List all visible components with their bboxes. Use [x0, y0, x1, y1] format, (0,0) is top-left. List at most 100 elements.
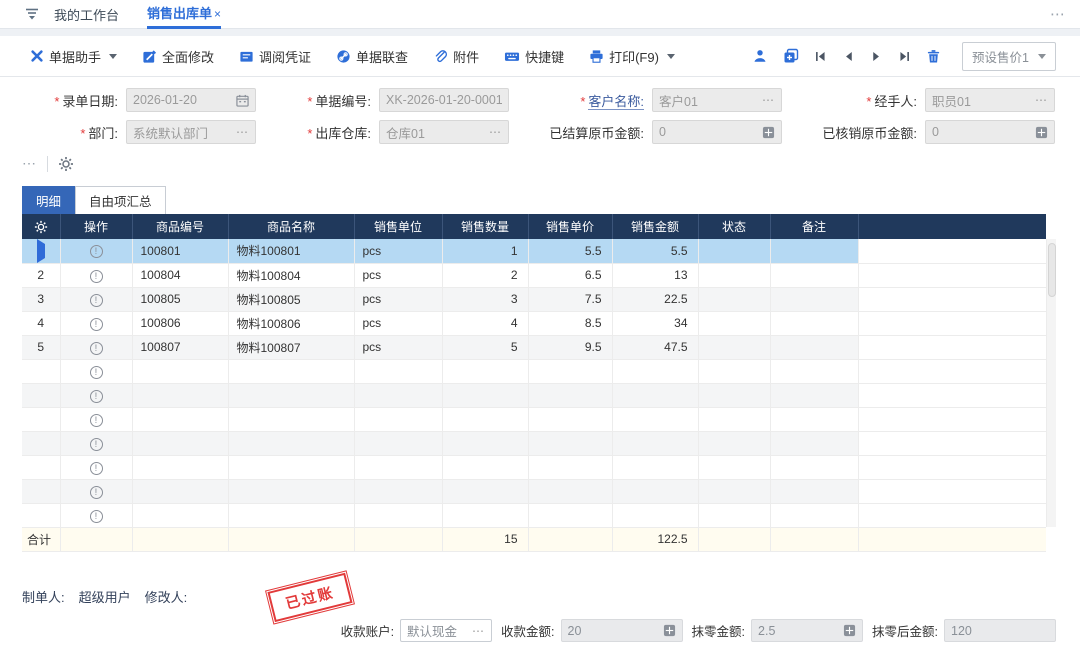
- tab-detail[interactable]: 明细: [22, 186, 75, 214]
- row-info-icon[interactable]: !: [90, 270, 103, 283]
- cell-sales-qty[interactable]: 4: [442, 311, 528, 335]
- cell-product-name[interactable]: 物料100805: [228, 287, 354, 311]
- cell-sales-unit[interactable]: pcs: [354, 287, 442, 311]
- row-info-icon[interactable]: !: [90, 245, 103, 258]
- cell-op[interactable]: !: [60, 335, 132, 359]
- cell-product-name[interactable]: 物料100801: [228, 239, 354, 263]
- row-info-icon[interactable]: !: [90, 510, 103, 523]
- field-input[interactable]: 仓库01⋯: [379, 120, 509, 144]
- nav-prev-button[interactable]: [842, 50, 855, 63]
- cell-status[interactable]: [698, 503, 770, 527]
- field-input[interactable]: XK-2026-01-20-0001: [379, 88, 509, 112]
- field-input[interactable]: 0: [925, 120, 1055, 144]
- cell-product-code[interactable]: [132, 503, 228, 527]
- col-header-op[interactable]: 操作: [60, 214, 132, 239]
- col-header-product-code[interactable]: 商品编号: [132, 214, 228, 239]
- row-info-icon[interactable]: !: [90, 390, 103, 403]
- field-input[interactable]: 20: [561, 619, 683, 642]
- cell-op[interactable]: !: [60, 239, 132, 263]
- cell-sales-amount[interactable]: [612, 383, 698, 407]
- cell-sales-qty[interactable]: [442, 503, 528, 527]
- cell-product-name[interactable]: [228, 455, 354, 479]
- cell-sales-unit[interactable]: [354, 479, 442, 503]
- cell-product-code[interactable]: 100807: [132, 335, 228, 359]
- vertical-scrollbar[interactable]: [1046, 239, 1056, 527]
- col-header-status[interactable]: 状态: [698, 214, 770, 239]
- cell-status[interactable]: [698, 455, 770, 479]
- cell-product-name[interactable]: [228, 407, 354, 431]
- cell-product-code[interactable]: [132, 455, 228, 479]
- cell-sales-amount[interactable]: 47.5: [612, 335, 698, 359]
- cell-note[interactable]: [770, 479, 858, 503]
- ellipsis-icon[interactable]: ⋯: [762, 95, 775, 105]
- cell-sales-price[interactable]: [528, 359, 612, 383]
- cell-product-name[interactable]: [228, 503, 354, 527]
- grid-empty-row[interactable]: !: [22, 359, 1046, 383]
- cell-sales-unit[interactable]: pcs: [354, 263, 442, 287]
- cell-product-name[interactable]: 物料100807: [228, 335, 354, 359]
- col-header-sales-price[interactable]: 销售单价: [528, 214, 612, 239]
- user-button[interactable]: [752, 48, 768, 64]
- row-info-icon[interactable]: !: [90, 294, 103, 307]
- cell-sales-unit[interactable]: [354, 455, 442, 479]
- cell-sales-amount[interactable]: [612, 455, 698, 479]
- attachment-button[interactable]: 附件: [433, 47, 479, 66]
- nav-first-button[interactable]: [814, 50, 827, 63]
- cell-sales-amount[interactable]: [612, 503, 698, 527]
- cell-note[interactable]: [770, 335, 858, 359]
- cell-status[interactable]: [698, 287, 770, 311]
- cell-sales-price[interactable]: 8.5: [528, 311, 612, 335]
- print-button[interactable]: 打印(F9): [589, 47, 675, 66]
- nav-last-button[interactable]: [898, 50, 911, 63]
- cell-op[interactable]: !: [60, 407, 132, 431]
- cell-product-code[interactable]: [132, 359, 228, 383]
- row-info-icon[interactable]: !: [90, 438, 103, 451]
- cell-product-code[interactable]: [132, 431, 228, 455]
- cell-sales-unit[interactable]: [354, 503, 442, 527]
- more-icon[interactable]: ⋯: [1050, 5, 1066, 23]
- cell-op[interactable]: !: [60, 479, 132, 503]
- hotkey-button[interactable]: 快捷键: [504, 47, 564, 66]
- tab-sales-outbound[interactable]: 销售出库单×: [147, 0, 221, 29]
- cell-product-name[interactable]: [228, 431, 354, 455]
- cell-op[interactable]: !: [60, 287, 132, 311]
- cell-sales-amount[interactable]: 34: [612, 311, 698, 335]
- cell-sales-price[interactable]: [528, 383, 612, 407]
- cell-sales-amount[interactable]: [612, 479, 698, 503]
- cell-sales-unit[interactable]: pcs: [354, 239, 442, 263]
- form-settings-button[interactable]: [58, 156, 74, 172]
- col-header-note[interactable]: 备注: [770, 214, 858, 239]
- col-header-sales-qty[interactable]: 销售数量: [442, 214, 528, 239]
- cell-sales-amount[interactable]: [612, 407, 698, 431]
- copy-new-button[interactable]: [783, 48, 799, 64]
- cell-op[interactable]: !: [60, 359, 132, 383]
- nav-next-button[interactable]: [870, 50, 883, 63]
- grid-row[interactable]: !100801物料100801pcs15.55.5: [22, 239, 1046, 263]
- cell-note[interactable]: [770, 455, 858, 479]
- cell-status[interactable]: [698, 383, 770, 407]
- ellipsis-icon[interactable]: ⋯: [472, 626, 485, 636]
- col-header-sales-unit[interactable]: 销售单位: [354, 214, 442, 239]
- cell-sales-unit[interactable]: [354, 383, 442, 407]
- cell-sales-unit[interactable]: [354, 431, 442, 455]
- row-info-icon[interactable]: !: [90, 462, 103, 475]
- cell-note[interactable]: [770, 407, 858, 431]
- cell-product-code[interactable]: 100804: [132, 263, 228, 287]
- field-input[interactable]: 默认现金⋯: [400, 619, 492, 642]
- cell-note[interactable]: [770, 383, 858, 407]
- cell-product-code[interactable]: [132, 479, 228, 503]
- cell-op[interactable]: !: [60, 455, 132, 479]
- cell-status[interactable]: [698, 239, 770, 263]
- cell-sales-amount[interactable]: 5.5: [612, 239, 698, 263]
- cell-sales-qty[interactable]: [442, 407, 528, 431]
- grid-row[interactable]: 5!100807物料100807pcs59.547.5: [22, 335, 1046, 359]
- cell-sales-unit[interactable]: [354, 359, 442, 383]
- cell-status[interactable]: [698, 407, 770, 431]
- ellipsis-icon[interactable]: ⋯: [236, 127, 249, 137]
- field-input[interactable]: 系统默认部门⋯: [126, 120, 256, 144]
- row-info-icon[interactable]: !: [90, 318, 103, 331]
- cell-sales-price[interactable]: 6.5: [528, 263, 612, 287]
- cell-note[interactable]: [770, 239, 858, 263]
- cell-sales-price[interactable]: [528, 479, 612, 503]
- col-header-product-name[interactable]: 商品名称: [228, 214, 354, 239]
